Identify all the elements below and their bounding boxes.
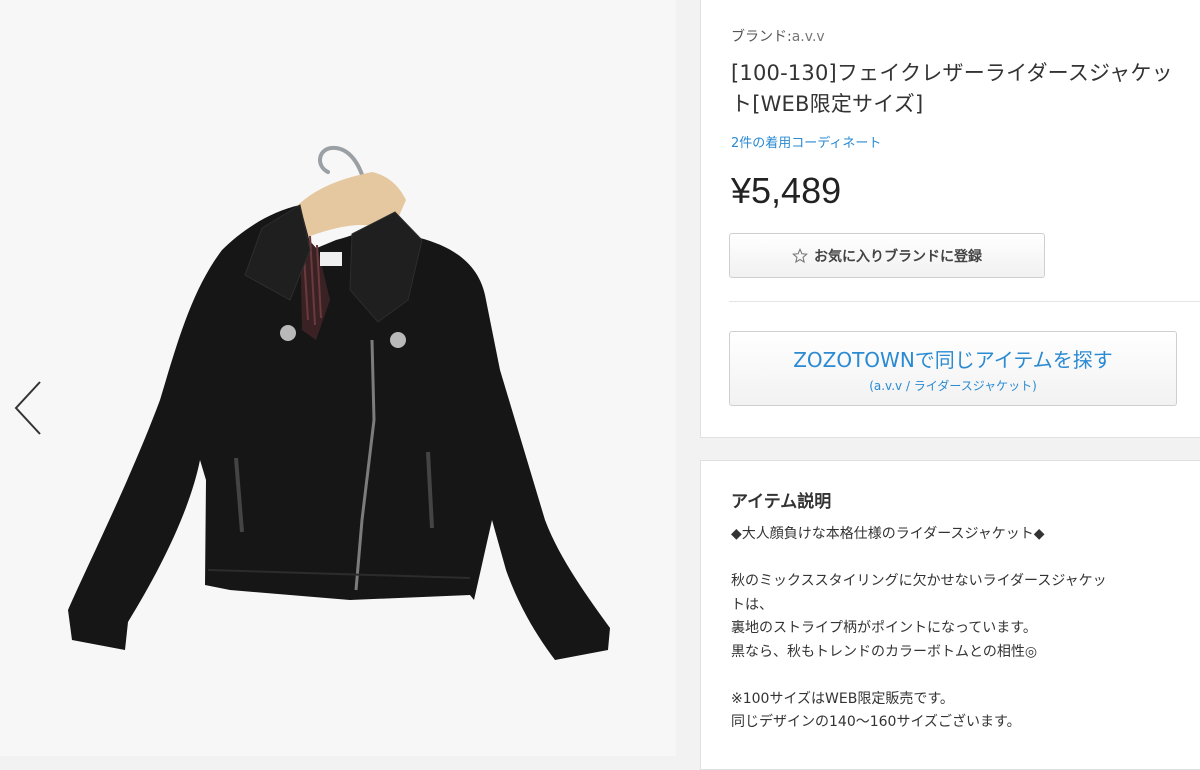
description-line: 同じデザインの140〜160サイズございます。	[731, 714, 1021, 730]
description-body: ◆大人顔負けな本格仕様のライダースジャケット◆ 秋のミックススタイリングに欠かせ…	[731, 523, 1111, 735]
description-line: 黒なら、秋もトレンドのカラーボトムとの相性◎	[731, 643, 1038, 660]
description-line: ◆大人顔負けな本格仕様のライダースジャケット◆	[731, 526, 1045, 542]
description-heading: アイテム説明	[731, 492, 832, 512]
product-title: [100-130]フェイクレザーライダースジャケット[WEB限定サイズ]	[731, 61, 1173, 116]
divider	[729, 301, 1200, 302]
chevron-left-icon	[14, 381, 41, 435]
product-info-card: ブランド:a.v.v [100-130]フェイクレザーライダースジャケット[WE…	[700, 0, 1200, 438]
description-line: 裏地のストライプ柄がポイントになっています。	[731, 620, 1037, 636]
star-outline-icon	[792, 247, 808, 263]
item-description-card: アイテム説明 ◆大人顔負けな本格仕様のライダースジャケット◆ 秋のミックススタイ…	[700, 460, 1200, 770]
description-line: ※100サイズはWEB限定販売です。	[731, 690, 954, 707]
favorite-brand-label: お気に入りブランドに登録	[814, 248, 982, 265]
zozotown-search-button[interactable]: ZOZOTOWNで同じアイテムを探す (a.v.v / ライダースジャケット)	[729, 331, 1177, 406]
zozotown-button-sub: (a.v.v / ライダースジャケット)	[869, 379, 1037, 393]
coordinate-link[interactable]: 2件の着用コーディネート	[731, 132, 881, 151]
description-line: 秋のミックススタイリングに欠かせないライダースジャケットは、	[731, 573, 1107, 613]
zozotown-button-label: ZOZOTOWNで同じアイテムを探す	[793, 348, 1113, 372]
brand-line: ブランド:a.v.v	[731, 26, 825, 46]
brand-name-link[interactable]: a.v.v	[792, 29, 825, 45]
previous-image-button[interactable]	[8, 378, 48, 438]
product-price: ¥5,489	[731, 170, 842, 211]
product-image-jacket	[68, 145, 610, 660]
brand-prefix: ブランド:	[731, 29, 792, 45]
favorite-brand-button[interactable]: お気に入りブランドに登録	[729, 233, 1045, 278]
product-image-pane	[0, 0, 676, 756]
